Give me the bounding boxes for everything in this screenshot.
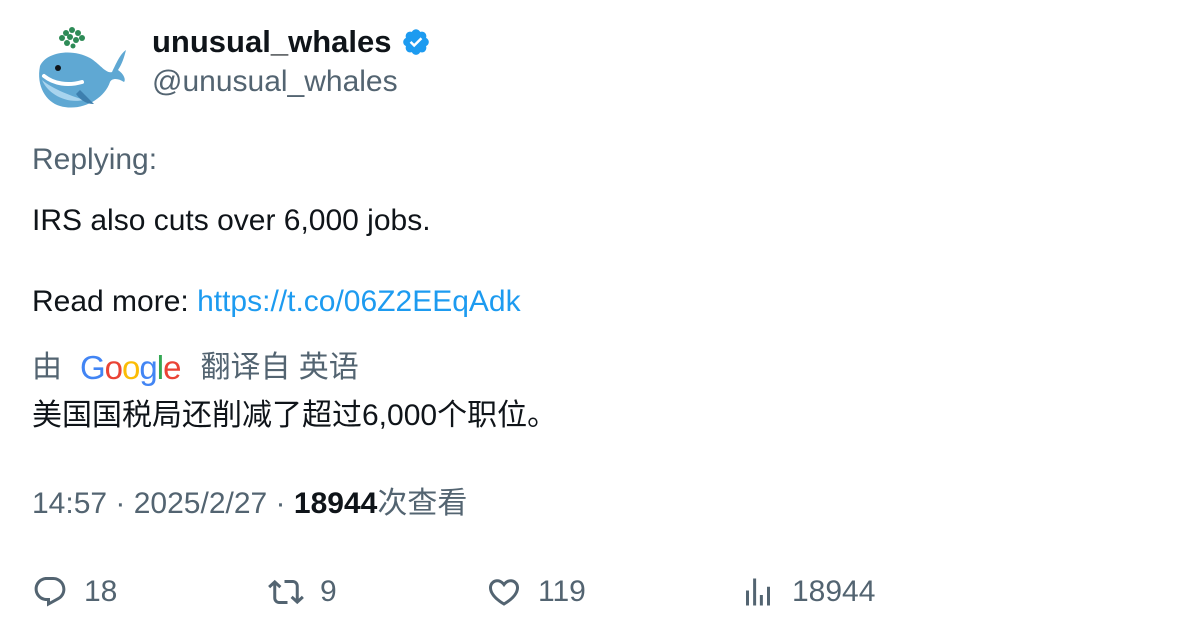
tweet-text-line-1: IRS also cuts over 6,000 jobs. xyxy=(32,204,431,237)
google-logo: Google xyxy=(80,349,181,386)
avatar[interactable] xyxy=(32,24,128,114)
translation-attribution: 由 Google 翻译自 英语 xyxy=(32,348,359,388)
replying-label: Replying: xyxy=(32,143,158,176)
views-count: 18944 xyxy=(293,487,378,520)
reply-icon xyxy=(34,577,66,607)
reply-count: 18 xyxy=(84,575,118,608)
views-label: 次查看 xyxy=(377,487,468,520)
bar-chart-icon xyxy=(746,578,770,606)
author-handle[interactable]: @unusual_whales xyxy=(152,62,398,102)
author-display-name[interactable]: unusual_whales xyxy=(152,22,391,62)
views-total: 18944 xyxy=(792,575,876,608)
read-more-label: Read more: xyxy=(32,285,198,318)
tweet-text-line-2: Read more: https://t.co/06Z2EEqAdk xyxy=(32,282,521,322)
tweet-date[interactable]: 2025/2/27 xyxy=(134,487,267,520)
translated-by-label: 由 xyxy=(32,351,62,384)
tweet-time[interactable]: 14:57 xyxy=(32,487,107,520)
heart-icon xyxy=(488,579,520,606)
meta-separator-2: · xyxy=(267,487,294,520)
retweet-button[interactable]: 9 xyxy=(268,572,337,612)
verified-badge-icon xyxy=(403,29,430,55)
tweet-meta: 14:57 · 2025/2/27 · 18944次查看 xyxy=(32,484,467,524)
retweet-count: 9 xyxy=(320,575,337,608)
whale-avatar-icon xyxy=(39,27,126,108)
translated-from-label: 翻译自 英语 xyxy=(200,351,359,384)
like-count: 119 xyxy=(538,575,586,608)
meta-separator: · xyxy=(107,487,134,520)
like-button[interactable]: 119 xyxy=(486,572,586,612)
author-name-row[interactable]: unusual_whales xyxy=(152,22,431,62)
tweet-link[interactable]: https://t.co/06Z2EEqAdk xyxy=(197,285,521,318)
translated-text: 美国国税局还削减了超过6,000个职位。 xyxy=(32,399,558,432)
retweet-icon xyxy=(268,579,304,605)
views-button[interactable]: 18944 xyxy=(740,572,875,612)
reply-button[interactable]: 18 xyxy=(32,572,117,612)
